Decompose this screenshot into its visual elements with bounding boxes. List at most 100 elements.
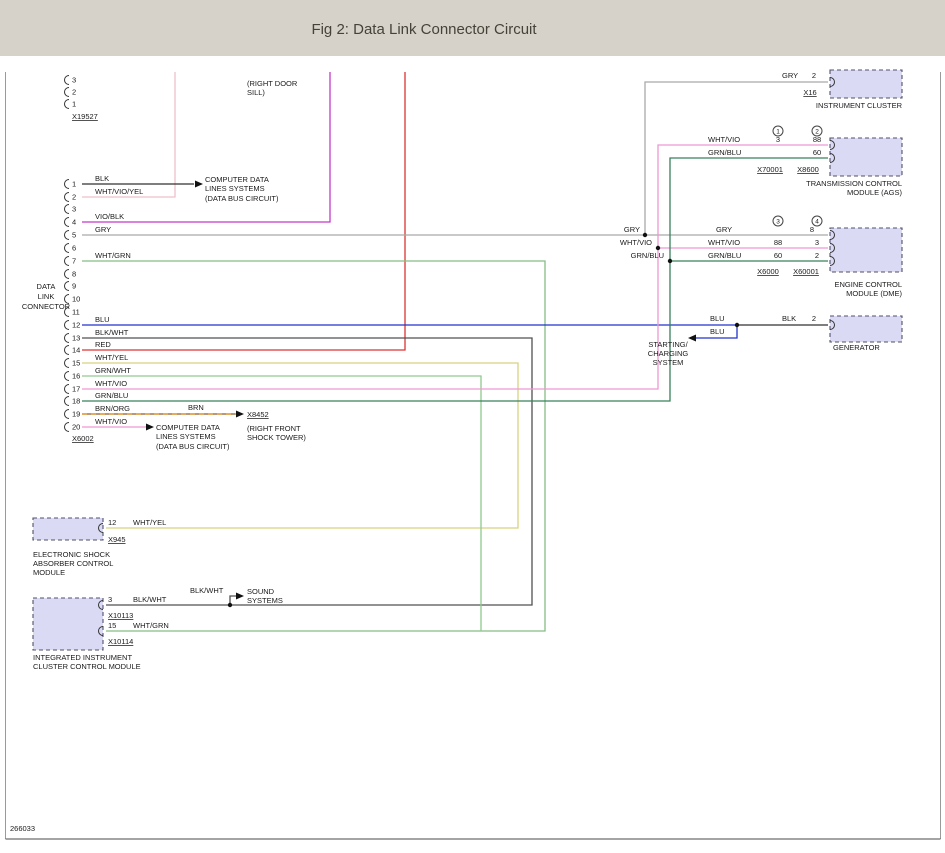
dlc-pin-contact-1 xyxy=(65,180,70,189)
tcm-name-line2: MODULE (AGS) xyxy=(847,188,903,197)
dlc-pin-number-1: 1 xyxy=(72,180,76,189)
iicc-pin15-wire-label: WHT/GRN xyxy=(133,621,169,630)
shock-tower-connector-id: X8452 xyxy=(247,410,269,419)
instrument-cluster-pin-number: 2 xyxy=(812,71,816,80)
ecm-circle-4-number: 4 xyxy=(815,219,819,226)
computer-data-1-line2: LINES SYSTEMS xyxy=(205,184,265,193)
dlc-pin-number-7: 7 xyxy=(72,257,76,266)
generator-box xyxy=(830,316,902,342)
generator-wire-label: BLK xyxy=(782,314,796,323)
dlc-pin-contact-20 xyxy=(65,423,70,432)
dlc-pin-number-2: 2 xyxy=(72,193,76,202)
dlc-name-line3: CONNECTOR xyxy=(22,302,71,311)
dlc-pin-contact-13 xyxy=(65,334,70,343)
ecm-row2-wire-label-left: GRN/BLU xyxy=(631,251,664,260)
tcm-connector-id-2: X8600 xyxy=(797,165,819,174)
dlc-pin-contact-14 xyxy=(65,346,70,355)
sound-systems-line2: SYSTEMS xyxy=(247,596,283,605)
arrow-sound-systems-icon xyxy=(236,593,244,600)
engine-control-module: 3 4 GRY GRY 8 WHT/VIO WHT/VIO 88 3 GRN/B… xyxy=(620,216,903,298)
arrow-computer-data-20-icon xyxy=(146,424,154,431)
esa-name-line1: ELECTRONIC SHOCK xyxy=(33,550,110,559)
dlc-pin-contact-15 xyxy=(65,359,70,368)
dlc-top-pin-number: 2 xyxy=(72,88,76,97)
wire-label-pin20: WHT/VIO xyxy=(95,417,127,426)
shock-tower-wire-label: BRN xyxy=(188,403,204,412)
dlc-pin-number-11: 11 xyxy=(72,308,80,317)
ecm-row2-pin-b: 2 xyxy=(815,251,819,260)
sound-wire-label: BLK/WHT xyxy=(190,586,224,595)
ecm-circle-3-number: 3 xyxy=(776,219,780,226)
junction-blu xyxy=(735,323,739,327)
iicc-name-line2: CLUSTER CONTROL MODULE xyxy=(33,662,141,671)
ecm-row0-wire-label: GRY xyxy=(716,225,732,234)
dlc-pin-contact-8 xyxy=(65,270,70,279)
dlc-pin-number-6: 6 xyxy=(72,244,76,253)
dlc-top-pin-contact xyxy=(65,100,70,109)
dlc-pin-number-3: 3 xyxy=(72,205,76,214)
dlc-pin-number-10: 10 xyxy=(72,295,80,304)
dlc-pin-contact-17 xyxy=(65,385,70,394)
shock-absorber-module: 12 X945 WHT/YEL ELECTRONIC SHOCK ABSORBE… xyxy=(33,518,166,577)
wire-label-pin17: WHT/VIO xyxy=(95,379,127,388)
ecm-connector-id-2: X60001 xyxy=(793,267,819,276)
dlc-pin-number-4: 4 xyxy=(72,218,76,227)
dlc-pin-number-20: 20 xyxy=(72,423,80,432)
flow-arrows xyxy=(146,181,696,600)
figure-title: Fig 2: Data Link Connector Circuit xyxy=(311,21,537,38)
ecm-row1-pin-b: 3 xyxy=(815,238,819,247)
iicc-name-line1: INTEGRATED INSTRUMENT xyxy=(33,653,132,662)
ecm-row2-wire-label: GRN/BLU xyxy=(708,251,741,260)
dlc-name-line2: LINK xyxy=(38,292,55,301)
wire-grn-blu xyxy=(82,158,828,401)
cluster-control-module: 3 X10113 BLK/WHT 15 X10114 WHT/GRN INTEG… xyxy=(33,595,169,671)
junction-dots xyxy=(228,233,739,607)
ecm-row1-pin-a: 88 xyxy=(774,238,782,247)
arrow-starting-charging-icon xyxy=(688,335,696,342)
esa-box xyxy=(33,518,103,540)
transmission-control-module: 1 2 WHT/VIO 3 88 GRN/BLU 60 X70001 X8600… xyxy=(708,126,902,197)
dlc-pin-contact-3 xyxy=(65,205,70,214)
annotations: (RIGHT DOOR SILL) COMPUTER DATA LINES SY… xyxy=(156,79,725,605)
wire-label-pin1: BLK xyxy=(95,174,109,183)
iicc-connector-id-2: X10114 xyxy=(108,637,133,646)
instrument-cluster-wire-label: GRY xyxy=(782,71,798,80)
wire-label-pin16: GRN/WHT xyxy=(95,366,131,375)
dlc-top-pin-contact xyxy=(65,76,70,85)
shock-tower-line2: SHOCK TOWER) xyxy=(247,433,306,442)
wire-label-pin2: WHT/VIO/YEL xyxy=(95,187,143,196)
esa-name-line3: MODULE xyxy=(33,568,65,577)
starting-line3: SYSTEM xyxy=(653,358,684,367)
tcm-row2-wire-label: GRN/BLU xyxy=(708,148,741,157)
dlc-pin-contact-18 xyxy=(65,397,70,406)
junction-wht-vio xyxy=(656,246,660,250)
dlc-top-pin-number: 1 xyxy=(72,100,76,109)
dlc-top-pin-number: 3 xyxy=(72,76,76,85)
figure-code: 266033 xyxy=(10,824,35,833)
wire-red xyxy=(82,72,405,350)
wire-label-pin5: GRY xyxy=(95,225,111,234)
generator-wire-in-label: BLU xyxy=(710,314,725,323)
instrument-cluster-module: GRY 2 X16 INSTRUMENT CLUSTER xyxy=(782,70,903,110)
dlc-pin-number-17: 17 xyxy=(72,385,80,394)
dlc-name-line1: DATA xyxy=(37,282,56,291)
dlc-pin-number-8: 8 xyxy=(72,270,76,279)
esa-pin-number: 12 xyxy=(108,518,116,527)
wire-label-pin7: WHT/GRN xyxy=(95,251,131,260)
dlc-pin-contact-4 xyxy=(65,218,70,227)
iicc-pin3-wire-label: BLK/WHT xyxy=(133,595,167,604)
dlc-wire-labels: BLK WHT/VIO/YEL VIO/BLK GRY WHT/GRN BLU … xyxy=(95,174,143,426)
tcm-row2-pin-b: 60 xyxy=(813,148,821,157)
right-door-sill-line2: SILL) xyxy=(247,88,265,97)
dlc-pin-number-5: 5 xyxy=(72,231,76,240)
wire-wht-vio xyxy=(82,145,828,389)
esa-wire-label: WHT/YEL xyxy=(133,518,166,527)
iicc-box xyxy=(33,598,103,650)
dlc-pin-contact-7 xyxy=(65,257,70,266)
iicc-connector-id-1: X10113 xyxy=(108,611,133,620)
dlc-pin-contact-12 xyxy=(65,321,70,330)
ecm-row2-pin-a: 60 xyxy=(774,251,782,260)
computer-data-1-line1: COMPUTER DATA xyxy=(205,175,269,184)
dlc-pin-number-14: 14 xyxy=(72,346,80,355)
ecm-connector-id-1: X6000 xyxy=(757,267,779,276)
